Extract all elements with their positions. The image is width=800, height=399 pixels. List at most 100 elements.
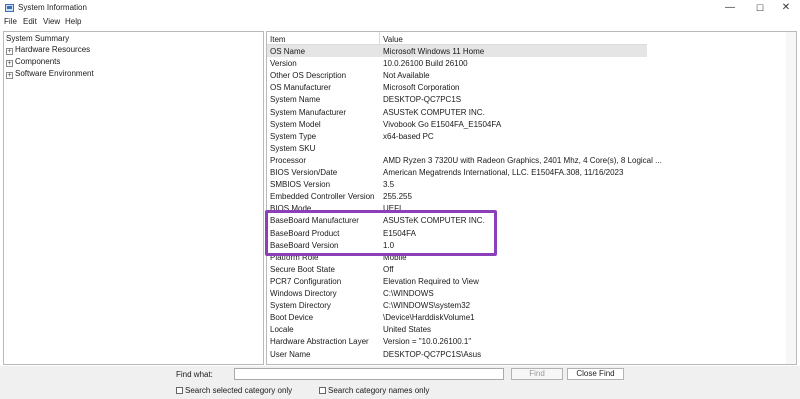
cell-value: C:\WINDOWS\system32	[383, 301, 471, 311]
cell-value: Microsoft Corporation	[383, 83, 460, 93]
vertical-scrollbar[interactable]	[786, 32, 796, 364]
expand-icon[interactable]: +	[6, 72, 13, 79]
cell-value: Microsoft Windows 11 Home	[383, 47, 485, 56]
cell-value: American Megatrends International, LLC. …	[383, 168, 624, 177]
column-header-value[interactable]: Value	[383, 35, 403, 44]
cell-item: SMBIOS Version	[270, 180, 331, 190]
cell-value: 3.5	[383, 180, 395, 190]
table-row[interactable]: System Name DESKTOP-QC7PC1S	[267, 93, 647, 105]
cell-value: Vivobook Go E1504FA_E1504FA	[383, 119, 502, 129]
cell-value: 10.0.26100 Build 26100	[383, 59, 468, 69]
window-title: System Information	[18, 3, 87, 12]
cell-item: Locale	[270, 325, 294, 335]
cell-item: Other OS Description	[270, 71, 347, 81]
cell-value: DESKTOP-QC7PC1S\Asus	[383, 349, 482, 359]
tree-item-hardware-resources[interactable]: + Hardware Resources	[6, 45, 90, 55]
tree-item-label: Hardware Resources	[15, 45, 91, 54]
table-row[interactable]: Secure Boot State Off	[267, 263, 647, 275]
cell-value: AMD Ryzen 3 7320U with Radeon Graphics, …	[383, 155, 662, 165]
cell-item: System Directory	[270, 301, 331, 311]
cell-value: Off	[383, 264, 394, 274]
table-row[interactable]: User Name DESKTOP-QC7PC1S\Asus	[267, 348, 647, 360]
tree-item-label: Components	[15, 57, 61, 66]
title-bar: System Information — ☐ ✕	[0, 0, 800, 16]
table-row[interactable]: BIOS Version/Date American Megatrends Int…	[267, 166, 647, 178]
tree-item-label: Software Environment	[15, 69, 94, 78]
cell-item: System Manufacturer	[270, 107, 347, 117]
cell-item: System Model	[270, 119, 321, 129]
table-row[interactable]: Processor AMD Ryzen 3 7320U with Radeon G…	[267, 154, 662, 166]
table-row[interactable]: Boot Device \Device\HarddiskVolume1	[267, 311, 647, 323]
table-row[interactable]: Other OS Description Not Available	[267, 69, 647, 81]
column-separator[interactable]	[379, 32, 380, 45]
cell-value: Elevation Required to View	[383, 276, 479, 286]
table-row[interactable]: System Manufacturer ASUSTeK COMPUTER INC.	[267, 106, 647, 118]
cell-item: Windows Directory	[270, 289, 337, 298]
expand-icon[interactable]: +	[6, 48, 13, 55]
maximize-button[interactable]: ☐	[746, 0, 774, 16]
table-row[interactable]: Windows Directory C:\WINDOWS	[267, 287, 647, 299]
cell-item: Boot Device	[270, 313, 314, 323]
cell-value: DESKTOP-QC7PC1S	[383, 95, 462, 105]
cell-item: System Type	[270, 131, 317, 141]
table-row[interactable]: Locale United States	[267, 323, 647, 335]
cell-item: OS Name	[270, 47, 306, 56]
tree-item-system-summary[interactable]: System Summary	[6, 34, 69, 43]
table-row[interactable]: Version 10.0.26100 Build 26100	[267, 57, 647, 69]
minimize-button[interactable]: —	[716, 0, 744, 16]
menu-view[interactable]: View	[43, 17, 60, 26]
menu-file[interactable]: File	[4, 17, 17, 26]
table-row[interactable]: OS Name Microsoft Windows 11 Home	[267, 45, 647, 57]
column-headers: Item Value	[267, 32, 647, 45]
system-information-icon	[5, 4, 14, 12]
checkbox-box[interactable]	[176, 387, 183, 394]
column-header-item[interactable]: Item	[270, 35, 286, 44]
baseboard-highlight	[265, 210, 497, 256]
table-row[interactable]: System Type x64-based PC	[267, 130, 647, 142]
table-row[interactable]: System Directory C:\WINDOWS\system32	[267, 299, 647, 311]
cell-value: C:\WINDOWS	[383, 289, 434, 298]
cell-value: 255.255	[383, 192, 412, 202]
menu-edit[interactable]: Edit	[23, 17, 37, 26]
cell-value: ASUSTeK COMPUTER INC.	[383, 107, 485, 117]
cell-value: \Device\HarddiskVolume1	[383, 313, 475, 323]
cell-item: System SKU	[270, 143, 316, 153]
table-row[interactable]: Hardware Abstraction Layer Version = "10.…	[267, 335, 647, 347]
cell-item: BIOS Version/Date	[270, 168, 338, 177]
search-category-names-checkbox[interactable]: Search category names only	[319, 386, 429, 395]
cell-item: Version	[270, 59, 297, 69]
table-row[interactable]: Embedded Controller Version 255.255	[267, 190, 647, 202]
cell-value: x64-based PC	[383, 131, 434, 141]
find-bar: Find what: Find Close Find Search select…	[0, 366, 800, 399]
close-find-button[interactable]: Close Find	[567, 368, 624, 380]
cell-value: Version = "10.0.26100.1"	[383, 337, 472, 347]
menu-help[interactable]: Help	[65, 17, 81, 26]
cell-item: Hardware Abstraction Layer	[270, 337, 369, 347]
table-row[interactable]: SMBIOS Version 3.5	[267, 178, 647, 190]
tree-item-software-environment[interactable]: + Software Environment	[6, 69, 94, 79]
cell-value: Not Available	[383, 71, 430, 81]
checkbox-box[interactable]	[319, 387, 326, 394]
cell-value: United States	[383, 325, 432, 335]
close-button[interactable]: ✕	[772, 0, 800, 16]
cell-item: Embedded Controller Version	[270, 192, 375, 202]
table-row[interactable]: System SKU	[267, 142, 647, 154]
details-list[interactable]: Item Value OS Name Microsoft Windows 11 H…	[266, 31, 797, 365]
cell-item: Secure Boot State	[270, 264, 335, 274]
menu-bar: File Edit View Help	[0, 17, 800, 29]
find-button[interactable]: Find	[511, 368, 563, 380]
table-row[interactable]: System Model Vivobook Go E1504FA_E1504FA	[267, 118, 647, 130]
cell-item: User Name	[270, 349, 311, 359]
cell-item: Processor	[270, 155, 307, 165]
find-label: Find what:	[176, 370, 213, 379]
table-row[interactable]: PCR7 Configuration Elevation Required to …	[267, 275, 647, 287]
find-input[interactable]	[234, 368, 504, 380]
cell-item: PCR7 Configuration	[270, 276, 342, 286]
category-tree[interactable]: System Summary + Hardware Resources + Comp…	[3, 31, 264, 365]
search-selected-category-checkbox[interactable]: Search selected category only	[176, 386, 292, 395]
table-row[interactable]: OS Manufacturer Microsoft Corporation	[267, 81, 647, 93]
expand-icon[interactable]: +	[6, 60, 13, 67]
cell-item: System Name	[270, 95, 321, 105]
checkbox-label: Search category names only	[328, 386, 430, 395]
tree-item-components[interactable]: + Components	[6, 57, 60, 67]
